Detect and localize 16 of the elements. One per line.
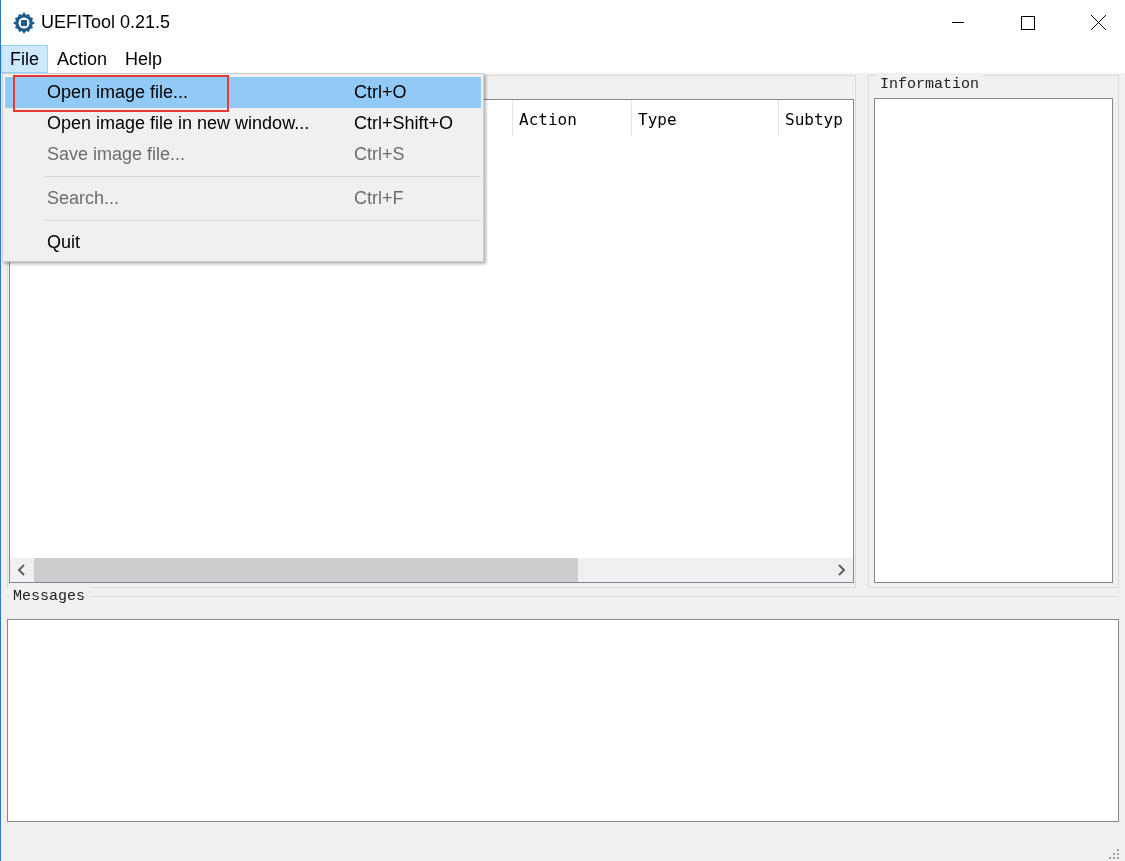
- resize-grip-icon[interactable]: [1109, 849, 1119, 859]
- close-icon: [1090, 15, 1106, 30]
- menu-bar-item[interactable]: Help: [116, 45, 172, 73]
- menu-bar-item[interactable]: File: [1, 45, 48, 73]
- menu-item[interactable]: Quit: [5, 227, 481, 258]
- column-header[interactable]: Subtyp: [778, 100, 850, 136]
- scrollbar-thumb[interactable]: [34, 558, 578, 582]
- gear-logo-icon: [12, 10, 36, 35]
- window-title: UEFITool 0.21.5: [41, 11, 171, 34]
- column-header[interactable]: Type: [631, 100, 778, 136]
- column-header[interactable]: Action: [512, 100, 631, 136]
- minimize-icon: [952, 21, 964, 24]
- menu-bar-item[interactable]: Action: [48, 45, 117, 73]
- horizontal-scrollbar[interactable]: [10, 558, 853, 582]
- maximize-icon: [1021, 15, 1035, 30]
- menu-item[interactable]: Open image file in new window... Ctrl+Shift+O: [5, 108, 481, 139]
